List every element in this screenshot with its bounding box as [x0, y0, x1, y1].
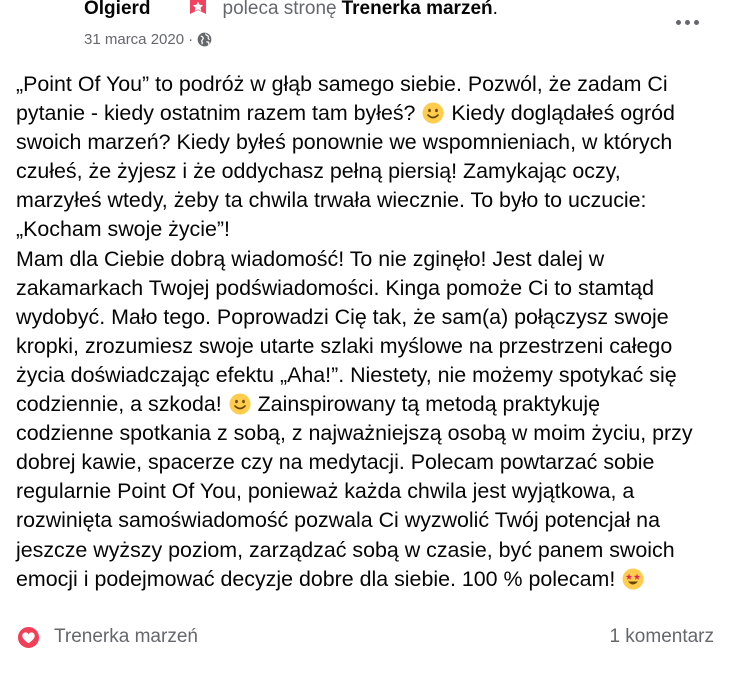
post-text-line: kropki, zrozumiesz swoje utarte szlaki m…	[16, 333, 673, 358]
post-text-line: emocji i podejmować decyzje dobre dla si…	[16, 565, 736, 594]
meta-separator: ·	[188, 30, 194, 48]
post-header: Olgierd poleca stronę Trenerka marzeń. 3…	[0, 0, 754, 60]
post-text-line: wydobyć. Mało tego. Poprowadzi Cię tak, …	[16, 304, 669, 329]
smiling-face-emoji-icon	[229, 393, 251, 415]
author-name[interactable]: Olgierd	[84, 0, 151, 20]
heart-glyph-icon	[22, 631, 35, 643]
post-meta: 31 marca 2020 ·	[84, 28, 212, 50]
post-text-line: „Kocham swoje życie”!	[16, 217, 230, 242]
reaction-names[interactable]: Trenerka marzeń	[54, 626, 198, 648]
more-dot	[693, 19, 699, 25]
recommendation-flag-icon	[189, 0, 206, 14]
star-struck-emoji-icon	[622, 568, 644, 590]
recommended-page-link[interactable]: Trenerka marzeń	[342, 0, 493, 20]
smiling-face-emoji-icon	[422, 102, 444, 124]
post-text: „Point Of You” to podróż w głąb samego s…	[16, 70, 736, 594]
more-dot	[675, 19, 681, 25]
post-text-line: pytanie - kiedy ostatnim razem tam byłeś…	[16, 101, 675, 126]
recommends-text: poleca stronę	[222, 0, 337, 19]
more-dot	[684, 19, 690, 25]
post-text-line: marzyłeś wtedy, żeby ta chwila trwała wi…	[16, 188, 647, 213]
post-text-line: czułeś, że żyjesz i że oddychasz pełną p…	[16, 159, 621, 184]
post-text-line: zakamarkach Twojej podświadomości. Kinga…	[16, 275, 655, 300]
globe-icon	[197, 32, 212, 46]
comment-count[interactable]: 1 komentarz	[609, 626, 714, 648]
post-text-line: codziennie, a szkoda! Zainspirowany tą m…	[16, 392, 601, 417]
heart-reaction-icon[interactable]	[16, 625, 41, 650]
post-text-line: rozwinięta samoświadomość pozwala Ci wyz…	[16, 508, 660, 533]
post-timestamp[interactable]: 31 marca 2020	[84, 31, 184, 48]
post-text-line: Mam dla Ciebie dobrą wiadomość! To nie z…	[16, 246, 605, 271]
post-text-line: „Point Of You” to podróż w głąb samego s…	[16, 72, 668, 96]
post-text-line: życia doświadczając efektu „Aha!”. Niest…	[16, 362, 677, 387]
author-line: Olgierd poleca stronę Trenerka marzeń.	[84, 0, 498, 22]
post-footer: Trenerka marzeń 1 komentarz	[0, 618, 754, 658]
post-text-line: regularnie Point Of You, ponieważ każda …	[16, 479, 635, 504]
page-name-period: .	[492, 0, 498, 19]
post-text-line: dobrej kawie, spacerze czy na medytacji.…	[16, 450, 655, 475]
post-text-line: swoich marzeń? Kiedy byłeś ponownie we w…	[16, 130, 673, 155]
more-options-icon[interactable]	[672, 10, 702, 34]
post-text-line: codzienne spotkania z sobą, z najważniej…	[16, 421, 693, 446]
post-text-line: jeszcze wyższy poziom, zarządzać sobą w …	[16, 537, 675, 562]
